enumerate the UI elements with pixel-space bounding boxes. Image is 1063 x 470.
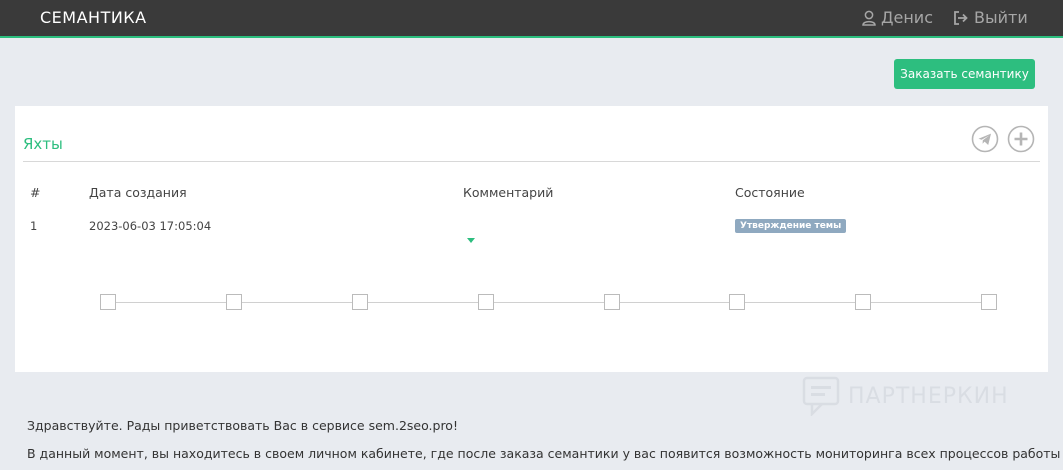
stepper-step[interactable] [478, 294, 494, 310]
row-date: 2023-06-03 17:05:04 [89, 219, 212, 233]
telegram-send-button[interactable] [971, 125, 999, 153]
col-header-number: # [30, 185, 41, 200]
logout-link[interactable]: Выйти [953, 8, 1028, 27]
brand-title[interactable]: СЕМАНТИКА [40, 8, 147, 27]
panel-divider [23, 161, 1040, 162]
order-semantics-button[interactable]: Заказать семантику [894, 59, 1035, 89]
user-menu[interactable]: Денис [862, 8, 933, 27]
stepper-step[interactable] [981, 294, 997, 310]
stepper-step[interactable] [729, 294, 745, 310]
col-header-comment: Комментарий [463, 185, 554, 200]
col-header-date: Дата создания [89, 185, 187, 200]
user-name: Денис [881, 8, 933, 27]
stepper-step[interactable] [855, 294, 871, 310]
telegram-send-icon [971, 125, 999, 153]
add-button[interactable] [1007, 125, 1035, 153]
stepper-step[interactable] [604, 294, 620, 310]
intro-greeting: Здравствуйте. Рады приветствовать Вас в … [27, 418, 458, 433]
stepper-step[interactable] [226, 294, 242, 310]
top-navbar: СЕМАНТИКА Денис Выйти [0, 0, 1063, 38]
plus-circle-icon [1007, 125, 1035, 153]
stepper-step[interactable] [352, 294, 368, 310]
watermark-text: ПАРТНЕРКИН [848, 383, 1009, 409]
status-badge: Утверждение темы [735, 219, 847, 233]
logout-icon [954, 10, 968, 25]
project-title: Яхты [23, 135, 63, 153]
user-icon [862, 10, 876, 26]
project-panel: Яхты # Дата создания Комментарий Состоян… [15, 106, 1048, 372]
col-header-status: Состояние [735, 185, 805, 200]
chat-logo-icon [802, 376, 840, 416]
intro-description: В данный момент, вы находитесь в своем л… [27, 446, 1063, 461]
logout-label: Выйти [974, 8, 1028, 27]
comment-dropdown-caret[interactable] [467, 238, 475, 243]
row-number: 1 [30, 219, 38, 233]
watermark: ПАРТНЕРКИН [802, 376, 1009, 416]
stepper-step[interactable] [100, 294, 116, 310]
